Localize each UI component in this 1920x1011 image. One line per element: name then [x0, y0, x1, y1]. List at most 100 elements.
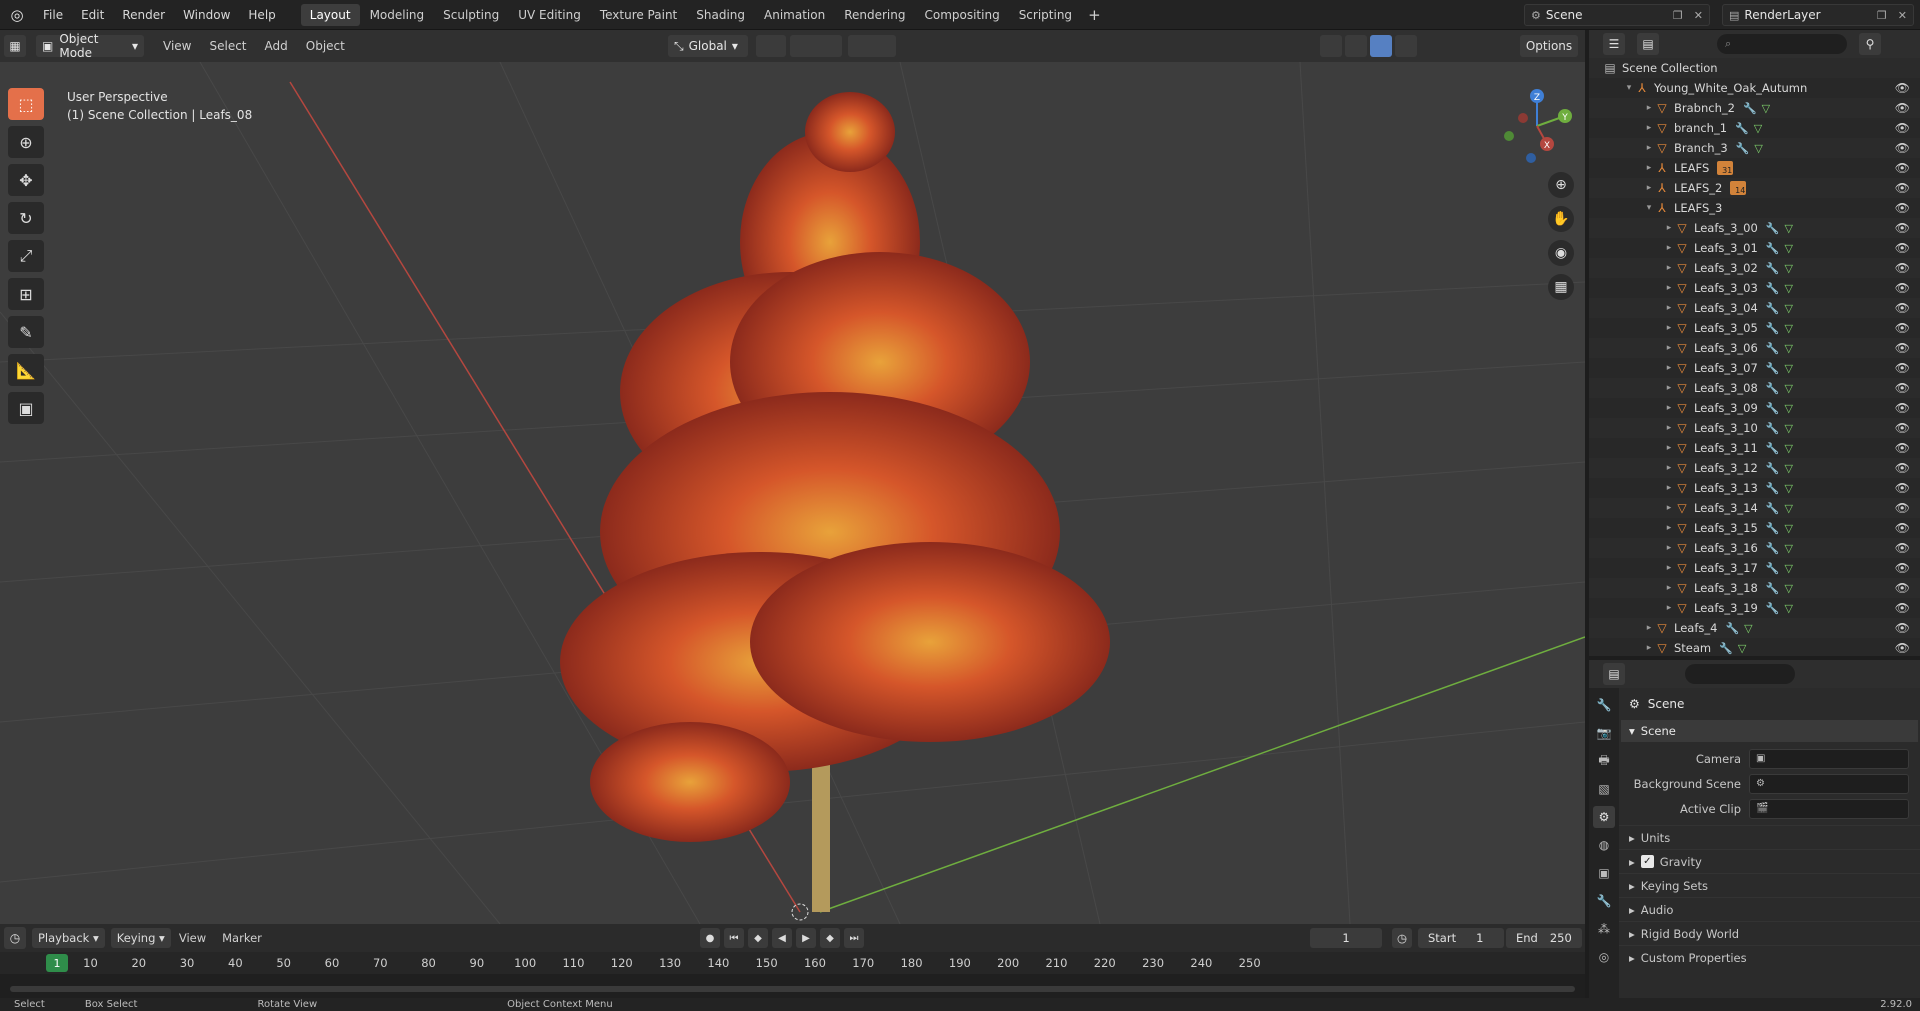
mesh-data-icon[interactable]: ▽: [1785, 422, 1793, 435]
modifier-wrench-icon[interactable]: 🔧: [1766, 322, 1780, 335]
visibility-eye-icon[interactable]: 👁: [1895, 441, 1910, 455]
options-button[interactable]: Options: [1520, 35, 1578, 57]
visibility-eye-icon[interactable]: 👁: [1895, 521, 1910, 535]
modifier-wrench-icon[interactable]: 🔧: [1766, 482, 1780, 495]
expand-toggle-icon[interactable]: ▸: [1643, 143, 1655, 153]
expand-toggle-icon[interactable]: ▸: [1663, 403, 1675, 413]
visibility-eye-icon[interactable]: 👁: [1895, 161, 1910, 175]
current-frame-field[interactable]: 1: [1310, 928, 1382, 948]
expand-toggle-icon[interactable]: ▸: [1643, 643, 1655, 653]
outliner-row[interactable]: ▸ ⅄ LEAFS_2 14 👁: [1589, 178, 1920, 198]
mesh-data-icon[interactable]: ▽: [1785, 262, 1793, 275]
outliner-row[interactable]: ▸ ▽ Brabnch_2 🔧 ▽ 👁: [1589, 98, 1920, 118]
cursor-tool-icon[interactable]: ⊕: [8, 126, 44, 158]
expand-toggle-icon[interactable]: ▸: [1663, 263, 1675, 273]
jump-end-icon[interactable]: ⏭: [844, 928, 864, 948]
visibility-eye-icon[interactable]: 👁: [1895, 261, 1910, 275]
visibility-eye-icon[interactable]: 👁: [1895, 621, 1910, 635]
mesh-data-icon[interactable]: ▽: [1785, 282, 1793, 295]
view-layer-name[interactable]: RenderLayer: [1744, 8, 1872, 22]
prev-keyframe-icon[interactable]: ◆: [748, 928, 768, 948]
visibility-eye-icon[interactable]: 👁: [1895, 561, 1910, 575]
tab-animation[interactable]: Animation: [755, 4, 834, 26]
visibility-eye-icon[interactable]: 👁: [1895, 421, 1910, 435]
pan-hand-icon[interactable]: ✋: [1548, 206, 1574, 232]
measure-tool-icon[interactable]: 📐: [8, 354, 44, 386]
visibility-eye-icon[interactable]: 👁: [1895, 221, 1910, 235]
expand-toggle-icon[interactable]: ▸: [1663, 583, 1675, 593]
properties-editor-icon[interactable]: ▤: [1603, 663, 1625, 685]
start-frame-field[interactable]: Start 1: [1418, 928, 1504, 948]
move-tool-icon[interactable]: ✥: [8, 164, 44, 196]
tree-foliage[interactable]: [560, 92, 1110, 842]
modifier-wrench-icon[interactable]: 🔧: [1725, 622, 1739, 635]
children-count-badge[interactable]: 14: [1730, 181, 1747, 195]
rendered-shading-button[interactable]: [1395, 35, 1417, 57]
zoom-icon[interactable]: ⊕: [1548, 172, 1574, 198]
expand-toggle-icon[interactable]: ▸: [1663, 483, 1675, 493]
background-scene-field[interactable]: ⚙: [1749, 773, 1909, 794]
delete-view-layer-icon[interactable]: ✕: [1898, 9, 1907, 22]
navigation-gizmo[interactable]: Z Y X: [1495, 84, 1579, 168]
view-layer-tab-icon[interactable]: ▧: [1593, 778, 1615, 800]
outliner-row[interactable]: ▸ ▽ Leafs_3_01 🔧 ▽ 👁: [1589, 238, 1920, 258]
expand-toggle-icon[interactable]: ▸: [1663, 283, 1675, 293]
visibility-eye-icon[interactable]: 👁: [1895, 381, 1910, 395]
mesh-data-icon[interactable]: ▽: [1785, 462, 1793, 475]
add-workspace-button[interactable]: +: [1082, 4, 1107, 26]
visibility-eye-icon[interactable]: 👁: [1895, 281, 1910, 295]
modifier-wrench-icon[interactable]: 🔧: [1736, 142, 1750, 155]
scene-selector[interactable]: ⚙ Scene ❐ ✕: [1524, 4, 1710, 26]
outliner-row[interactable]: ▸ ▽ branch_1 🔧 ▽ 👁: [1589, 118, 1920, 138]
custom-properties-panel[interactable]: ▸ Custom Properties: [1619, 945, 1920, 969]
mesh-data-icon[interactable]: ▽: [1785, 382, 1793, 395]
expand-toggle-icon[interactable]: ▸: [1663, 563, 1675, 573]
visibility-eye-icon[interactable]: 👁: [1895, 101, 1910, 115]
rigid-body-world-panel[interactable]: ▸ Rigid Body World: [1619, 921, 1920, 945]
visibility-eye-icon[interactable]: 👁: [1895, 241, 1910, 255]
transform-tool-icon[interactable]: ⊞: [8, 278, 44, 310]
menu-edit[interactable]: Edit: [72, 0, 113, 30]
modifier-wrench-icon[interactable]: 🔧: [1766, 522, 1780, 535]
modifier-wrench-icon[interactable]: 🔧: [1766, 362, 1780, 375]
outliner-row[interactable]: ▸ ▽ Leafs_3_17 🔧 ▽ 👁: [1589, 558, 1920, 578]
visibility-eye-icon[interactable]: 👁: [1895, 341, 1910, 355]
timeline-menu-marker[interactable]: Marker: [214, 931, 270, 945]
annotate-tool-icon[interactable]: ✎: [8, 316, 44, 348]
playback-dropdown[interactable]: Playback ▾: [32, 928, 105, 948]
expand-toggle-icon[interactable]: ▸: [1663, 523, 1675, 533]
gravity-panel[interactable]: ▸ ✓ Gravity: [1619, 849, 1920, 873]
outliner-row[interactable]: ▸ ▽ Leafs_3_19 🔧 ▽ 👁: [1589, 598, 1920, 618]
camera-view-icon[interactable]: ◉: [1548, 240, 1574, 266]
modifier-wrench-icon[interactable]: 🔧: [1766, 282, 1780, 295]
menu-render[interactable]: Render: [113, 0, 174, 30]
menu-add[interactable]: Add: [256, 39, 297, 53]
menu-select[interactable]: Select: [200, 39, 255, 53]
visibility-eye-icon[interactable]: 👁: [1895, 461, 1910, 475]
mesh-data-icon[interactable]: ▽: [1754, 142, 1762, 155]
mesh-data-icon[interactable]: ▽: [1785, 342, 1793, 355]
tab-sculpting[interactable]: Sculpting: [434, 4, 508, 26]
mesh-data-icon[interactable]: ▽: [1785, 482, 1793, 495]
expand-toggle-icon[interactable]: ▸: [1643, 623, 1655, 633]
tab-uv-editing[interactable]: UV Editing: [509, 4, 590, 26]
audio-panel[interactable]: ▸ Audio: [1619, 897, 1920, 921]
scene-collection-row[interactable]: ▤ Scene Collection: [1589, 58, 1920, 78]
modifier-wrench-icon[interactable]: 🔧: [1766, 562, 1780, 575]
expand-toggle-icon[interactable]: ▸: [1663, 303, 1675, 313]
mesh-data-icon[interactable]: ▽: [1785, 602, 1793, 615]
menu-window[interactable]: Window: [174, 0, 239, 30]
snap-toggle[interactable]: [790, 35, 842, 57]
expand-toggle-icon[interactable]: ▸: [1663, 243, 1675, 253]
outliner-row[interactable]: ▸ ▽ Leafs_3_10 🔧 ▽ 👁: [1589, 418, 1920, 438]
tab-rendering[interactable]: Rendering: [835, 4, 914, 26]
play-reverse-icon[interactable]: ◀: [772, 928, 792, 948]
modifier-wrench-icon[interactable]: 🔧: [1766, 442, 1780, 455]
material-preview-button[interactable]: [1370, 35, 1392, 57]
3d-viewport[interactable]: User Perspective (1) Scene Collection | …: [0, 62, 1585, 924]
menu-file[interactable]: File: [34, 0, 72, 30]
pivot-point-dropdown[interactable]: [756, 35, 786, 57]
mesh-data-icon[interactable]: ▽: [1785, 242, 1793, 255]
scene-name[interactable]: Scene: [1546, 8, 1668, 22]
blender-logo-icon[interactable]: ◎: [4, 2, 30, 28]
